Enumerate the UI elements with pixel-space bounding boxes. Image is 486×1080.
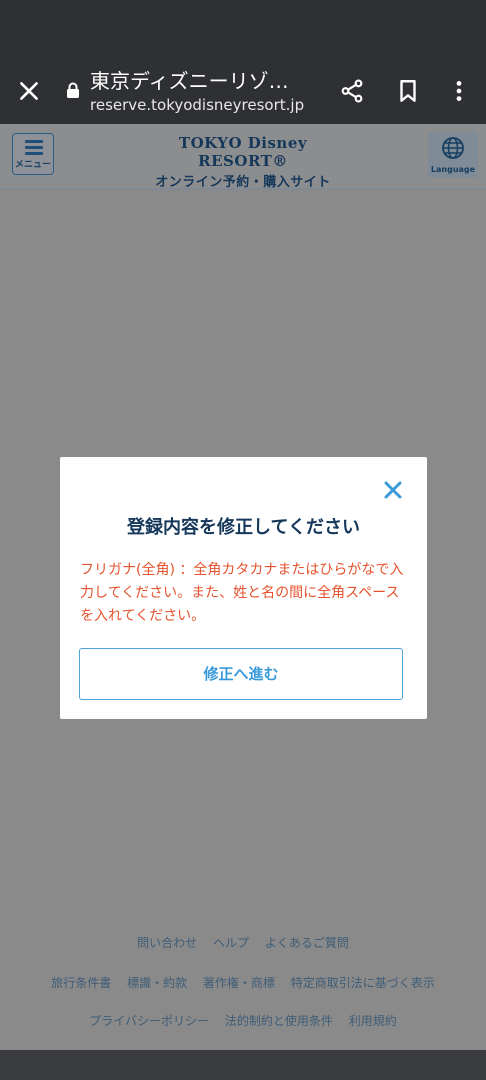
footer-link-faq[interactable]: よくあるご質問 — [265, 936, 349, 950]
language-label: Language — [430, 165, 476, 174]
browser-toolbar: 東京ディズニーリゾ… reserve.tokyodisneyresort.jp — [0, 58, 486, 124]
error-message: フリガナ(全角) ：全角カタカナまたはひらがなで入力してください。また、姓と名の… — [80, 562, 404, 624]
footer-link-contact[interactable]: 問い合わせ — [137, 936, 197, 950]
footer-row-2: 旅行条件書 標識・約款 著作権・商標 特定商取引法に基づく表示 — [0, 974, 486, 991]
footer-link-legal[interactable]: 法的制約と使用条件 — [225, 1014, 333, 1028]
more-options-icon[interactable] — [446, 78, 472, 104]
globe-icon — [442, 137, 464, 159]
footer-link-privacy[interactable]: プライバシーポリシー — [89, 1014, 209, 1028]
close-dialog-icon[interactable] — [382, 479, 404, 501]
language-button[interactable]: Language — [428, 132, 478, 178]
logo-line1: TOKYO Disney RESORT® — [178, 134, 308, 170]
page-url[interactable]: reserve.tokyodisneyresort.jp — [90, 96, 304, 114]
close-tab-icon[interactable] — [16, 78, 42, 104]
menu-button[interactable]: メニュー — [12, 133, 54, 175]
footer-link-help[interactable]: ヘルプ — [213, 936, 249, 950]
hamburger-icon — [25, 140, 43, 158]
bookmark-icon[interactable] — [395, 78, 421, 104]
menu-label: メニュー — [14, 160, 51, 170]
footer-row-1: 問い合わせ ヘルプ よくあるご質問 — [0, 934, 486, 951]
footer-row-3: プライバシーポリシー 法的制約と使用条件 利用規約 — [0, 1012, 486, 1029]
footer-link-terms-of-use[interactable]: 利用規約 — [349, 1014, 397, 1028]
status-bar — [0, 0, 486, 58]
share-icon[interactable] — [339, 78, 365, 104]
proceed-to-edit-button[interactable]: 修正へ進む — [79, 648, 403, 700]
dialog-title: 登録内容を修正してください — [127, 517, 360, 538]
site-logo[interactable]: TOKYO Disney RESORT® オンライン予約・購入サイト — [150, 134, 336, 190]
logo-line2: オンライン予約・購入サイト — [155, 175, 331, 190]
footer-link-travel-terms[interactable]: 旅行条件書 — [51, 976, 111, 990]
navigation-bar — [0, 1050, 486, 1080]
page-title[interactable]: 東京ディズニーリゾ… — [90, 68, 310, 94]
footer-link-commerce-law[interactable]: 特定商取引法に基づく表示 — [291, 976, 435, 990]
lock-icon — [67, 82, 79, 98]
footer-link-notice[interactable]: 標識・約款 — [127, 976, 187, 990]
footer-link-copyright[interactable]: 著作権・商標 — [203, 976, 275, 990]
error-dialog: 登録内容を修正してください フリガナ(全角) ：全角カタカナまたはひらがなで入力… — [60, 457, 427, 719]
site-header: メニュー TOKYO Disney RESORT® オンライン予約・購入サイト … — [0, 124, 486, 190]
